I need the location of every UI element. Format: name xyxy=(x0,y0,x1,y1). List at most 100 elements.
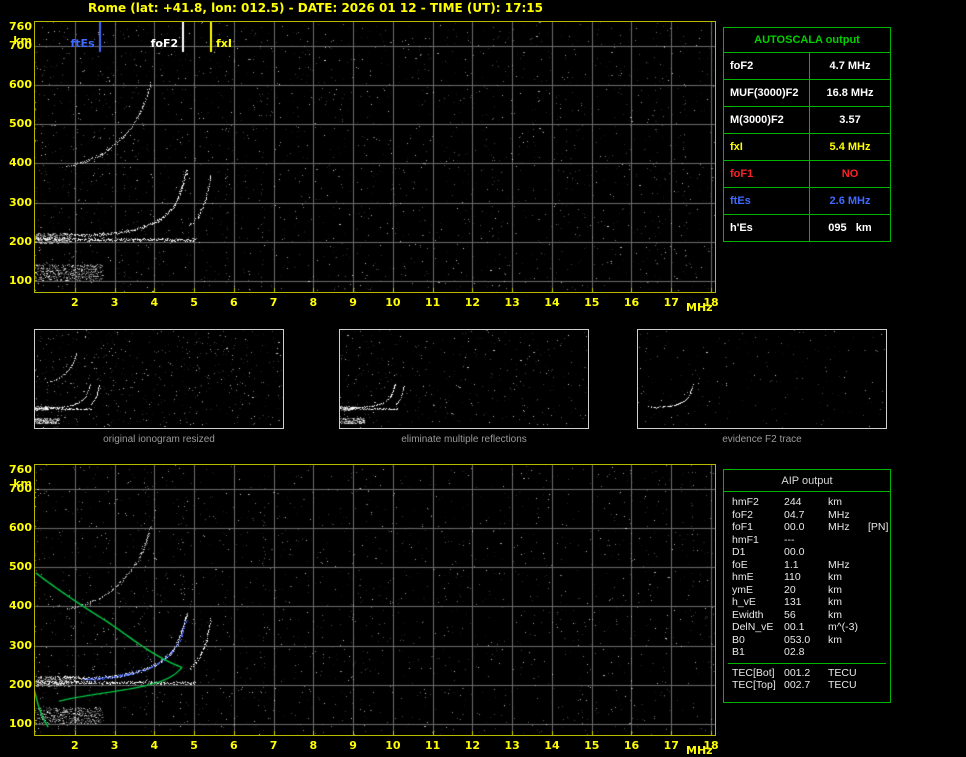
y-axis-tick-label: 300 xyxy=(9,195,32,209)
autoscala-row: MUF(3000)F2 16.8 MHz xyxy=(724,79,890,106)
y-axis-unit-label: km xyxy=(13,477,32,490)
x-axis-tick-label: 12 xyxy=(464,739,481,752)
autoscala-row-label: MUF(3000)F2 xyxy=(724,80,810,106)
autoscala-row-value: 2.6 MHz xyxy=(829,195,871,207)
aip-row: ymE 20 km xyxy=(724,584,890,597)
x-axis-tick-label: 3 xyxy=(110,296,119,309)
aip-table-rows: hmF2 244 km foF2 04.7 MHz foF1 00.0 MHz [PN] hmF1 -… xyxy=(724,492,890,659)
aip-param-unit: MHz xyxy=(828,521,850,533)
thumbnail-original-ionogram xyxy=(34,329,284,429)
autoscala-row: fxI 5.4 MHz xyxy=(724,133,890,160)
aip-param-unit: km xyxy=(828,583,842,596)
thumbnail-caption-evidence: evidence F2 trace xyxy=(722,434,802,445)
y-axis-tick-label: 200 xyxy=(9,677,32,691)
aip-param-unit xyxy=(828,646,868,659)
aip-param-value: 244 xyxy=(784,496,802,508)
x-axis-tick-label: 4 xyxy=(150,739,159,752)
aip-param-name: hmF2 xyxy=(732,496,759,508)
aip-param-name: foF1 xyxy=(732,521,754,533)
autoscala-row-value: 4.7 MHz xyxy=(829,60,871,72)
x-axis-tick-label: 5 xyxy=(190,739,198,752)
aip-param-value: 002.7 xyxy=(784,679,811,691)
y-axis-tick-label: 400 xyxy=(9,599,32,613)
aip-param-value: 56 xyxy=(784,608,796,621)
thumbnail-evidence-f2-canvas xyxy=(638,330,886,428)
aip-row: DelN_vE 00.1 m^(-3) xyxy=(724,621,890,634)
thumbnail-caption-original: original ionogram resized xyxy=(103,434,215,445)
x-axis-tick-label: 9 xyxy=(349,296,357,309)
thumbnail-original-canvas xyxy=(35,330,283,428)
aip-param-value: 20 xyxy=(784,583,796,596)
x-axis-tick-label: 16 xyxy=(623,739,640,752)
autoscala-row-value: 16.8 MHz xyxy=(826,87,874,99)
aip-row: TEC[Bot] 001.2 TECU xyxy=(724,667,890,680)
aip-tec-rows: TEC[Bot] 001.2 TECU TEC[Top] 002.7 TECU xyxy=(724,667,890,692)
autoscala-row: h'Es 095 km xyxy=(724,214,890,241)
x-axis-tick-label: 5 xyxy=(190,296,198,309)
aip-param-unit: km xyxy=(828,571,842,583)
aip-param-unit: km xyxy=(828,608,842,621)
autoscala-row: ftEs 2.6 MHz xyxy=(724,187,890,214)
x-axis-tick-label: 3 xyxy=(110,739,119,752)
aip-row: h_vE 131 km xyxy=(724,596,890,609)
marker-label-foF2: foF2 xyxy=(150,37,179,50)
x-axis-tick-label: 2 xyxy=(70,739,79,752)
aip-param-name: hmF1 xyxy=(732,533,759,546)
y-axis-tick-label: 300 xyxy=(9,638,32,652)
aip-param-unit xyxy=(828,534,868,547)
aip-row: Ewidth 56 km xyxy=(724,609,890,622)
x-axis-tick-label: 16 xyxy=(623,296,640,309)
aip-row: hmE 110 km xyxy=(724,571,890,584)
thumbnail-caption-eliminate: eliminate multiple reflections xyxy=(401,434,527,445)
x-axis-unit-label: MHz xyxy=(686,301,713,314)
aip-param-unit xyxy=(828,546,868,559)
autoscala-row: M(3000)F2 3.57 xyxy=(724,106,890,133)
aip-param-name: h_vE xyxy=(732,596,756,608)
x-axis-tick-label: 10 xyxy=(385,296,401,309)
x-axis-tick-label: 6 xyxy=(230,296,238,309)
x-axis-tick-label: 11 xyxy=(425,739,441,752)
x-axis-tick-label: 13 xyxy=(504,739,520,752)
aip-param-unit: m^(-3) xyxy=(828,621,859,633)
aip-param-value: 00.1 xyxy=(784,621,805,633)
aip-table-title: AIP output xyxy=(724,470,890,492)
y-axis-tick-label: 100 xyxy=(9,717,32,730)
autoscala-row-label: fxI xyxy=(724,134,810,160)
x-axis-tick-label: 7 xyxy=(269,296,278,309)
aip-param-value: 1.1 xyxy=(784,558,799,571)
thumbnail-eliminate-reflections xyxy=(339,329,589,429)
aip-param-name: hmE xyxy=(732,571,754,583)
autoscala-output-table: AUTOSCALA output foF2 4.7 MHz MUF(3000)F2 1… xyxy=(723,27,891,242)
aip-param-unit: MHz xyxy=(828,558,850,571)
autoscala-table-rows: foF2 4.7 MHz MUF(3000)F2 16.8 MHz M(3000)F2 3… xyxy=(724,52,890,241)
x-axis-tick-label: 11 xyxy=(425,296,441,309)
aip-param-value: 053.0 xyxy=(784,633,811,646)
aip-param-value: 001.2 xyxy=(784,666,811,679)
autoscala-row-label: h'Es xyxy=(724,215,810,241)
aip-row: B0 053.0 km xyxy=(724,634,890,647)
top-ionogram-plot xyxy=(34,21,716,293)
marker-label-fxI: fxI xyxy=(215,37,232,50)
aip-param-value: 131 xyxy=(784,596,802,608)
x-axis-tick-label: 13 xyxy=(504,296,520,309)
aip-param-name: B1 xyxy=(732,646,745,658)
aip-param-name: TEC[Bot] xyxy=(732,666,775,679)
aip-row: hmF1 --- xyxy=(724,534,890,547)
x-axis-tick-label: 9 xyxy=(349,739,357,752)
y-axis-max-label: 760 xyxy=(9,463,32,476)
autoscala-row-label: M(3000)F2 xyxy=(724,107,810,133)
aip-param-value: 00.0 xyxy=(784,521,805,533)
aip-param-unit: km xyxy=(828,633,842,646)
aip-param-name: TEC[Top] xyxy=(732,679,776,691)
aip-row: D1 00.0 xyxy=(724,546,890,559)
y-axis-tick-label: 600 xyxy=(9,77,32,91)
autoscala-row-value: 5.4 MHz xyxy=(829,141,871,153)
aip-row: foE 1.1 MHz xyxy=(724,559,890,572)
aip-row: B1 02.8 xyxy=(724,646,890,659)
y-axis-tick-label: 100 xyxy=(9,274,32,287)
aip-output-table: AIP output hmF2 244 km foF2 04.7 MHz foF1 00.0 M… xyxy=(723,469,891,703)
autoscala-table-title: AUTOSCALA output xyxy=(754,34,860,46)
autoscala-row-value: NO xyxy=(841,168,859,180)
autoscala-row-label: foF2 xyxy=(724,53,810,79)
aip-param-unit: TECU xyxy=(828,666,857,679)
